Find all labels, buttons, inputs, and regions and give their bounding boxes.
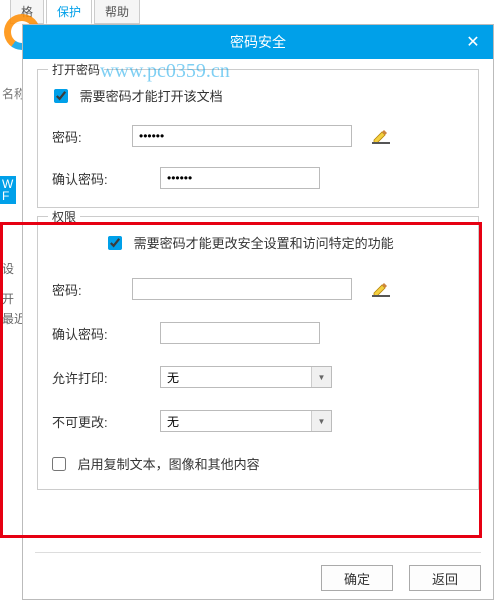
no-change-value[interactable]	[160, 410, 332, 432]
back-button[interactable]: 返回	[409, 565, 481, 591]
dialog-footer: 确定 返回	[35, 552, 481, 591]
open-confirm-input[interactable]	[160, 167, 320, 189]
perm-password-input[interactable]	[132, 278, 352, 300]
require-perm-password-checkbox[interactable]	[108, 236, 122, 250]
require-open-password-checkbox[interactable]	[54, 89, 68, 103]
perm-confirm-label: 确认密码:	[52, 324, 132, 343]
bg-text-2: 开	[2, 290, 14, 307]
edit-perm-password-icon[interactable]	[372, 281, 390, 297]
chevron-down-icon: ▼	[311, 367, 331, 387]
bg-text-1: 设	[2, 260, 14, 277]
no-change-label: 不可更改:	[52, 412, 148, 431]
open-password-label: 密码:	[52, 127, 132, 146]
require-open-password-label: 需要密码才能打开该文档	[80, 89, 223, 104]
enable-copy-checkbox[interactable]	[52, 457, 66, 471]
chevron-down-icon: ▼	[311, 411, 331, 431]
require-perm-password-label: 需要密码才能更改安全设置和访问特定的功能	[134, 236, 394, 251]
dialog-title: 密码安全	[230, 32, 286, 52]
close-button[interactable]: ✕	[453, 25, 493, 59]
open-group-title: 打开密码	[48, 61, 104, 78]
edit-password-icon[interactable]	[372, 128, 390, 144]
perm-confirm-input[interactable]	[160, 322, 320, 344]
bg-blue-badge: WF	[0, 176, 16, 204]
allow-print-label: 允许打印:	[52, 368, 148, 387]
open-password-input[interactable]	[132, 125, 352, 147]
allow-print-select[interactable]: ▼	[160, 366, 332, 388]
perm-password-label: 密码:	[52, 280, 132, 299]
password-security-dialog: 密码安全 ✕ 打开密码 需要密码才能打开该文档 密码: 确认密码: 权限	[22, 24, 494, 600]
titlebar: 密码安全 ✕	[23, 25, 493, 59]
perm-group-title: 权限	[48, 208, 80, 225]
open-password-group: 打开密码 需要密码才能打开该文档 密码: 确认密码:	[37, 69, 479, 208]
enable-copy-label: 启用复制文本，图像和其他内容	[78, 457, 260, 472]
open-confirm-label: 确认密码:	[52, 169, 132, 188]
allow-print-value[interactable]	[160, 366, 332, 388]
permission-group: 权限 需要密码才能更改安全设置和访问特定的功能 密码: 确认密码: 允许打印:	[37, 216, 479, 490]
no-change-select[interactable]: ▼	[160, 410, 332, 432]
ok-button[interactable]: 确定	[321, 565, 393, 591]
